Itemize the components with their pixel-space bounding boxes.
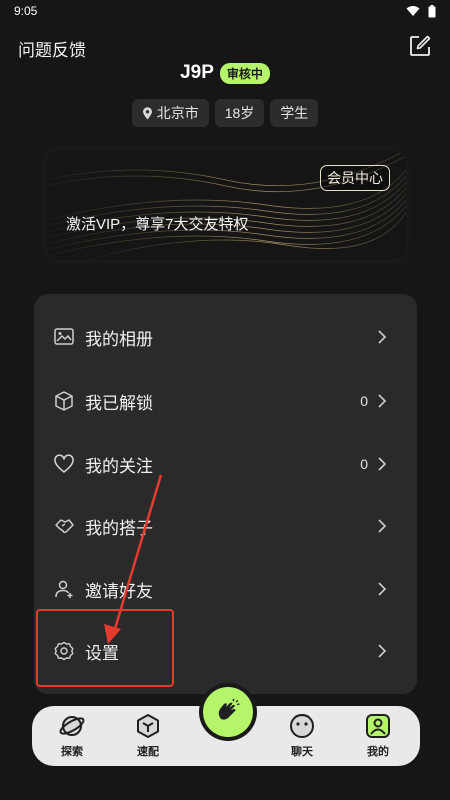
menu-item-invite[interactable]: 邀请好友 <box>34 562 417 616</box>
profile-tags: 北京市 18岁 学生 <box>0 99 450 127</box>
handshake-icon <box>55 519 74 534</box>
profile-icon <box>366 714 390 738</box>
menu-item-partner[interactable]: 我的搭子 <box>34 499 417 553</box>
planet-icon <box>59 716 85 736</box>
menu-label-partner: 我的搭子 <box>85 518 153 538</box>
album-icon <box>54 328 74 345</box>
nav-label-mine: 我的 <box>367 746 389 758</box>
menu-item-following[interactable]: 我的关注 0 <box>34 437 417 491</box>
chevron-right-icon <box>378 457 387 471</box>
center-action-inner <box>203 687 253 737</box>
menu-count-following: 0 <box>360 456 368 472</box>
unlock-box-icon <box>55 391 73 411</box>
tag-occupation: 学生 <box>270 99 319 127</box>
status-bar: 9:05 <box>0 0 450 22</box>
menu-item-unlocked[interactable]: 我已解锁 0 <box>34 374 417 428</box>
chevron-right-icon <box>378 519 387 533</box>
menu-label-invite: 邀请好友 <box>85 581 153 601</box>
profile-name-row: J9P 审核中 <box>0 62 450 84</box>
feedback-link[interactable]: 问题反馈 <box>18 36 86 61</box>
status-icons <box>406 4 436 18</box>
nav-label-chat: 聊天 <box>291 746 313 758</box>
person-add-icon <box>55 580 73 598</box>
tag-location: 北京市 <box>131 99 209 127</box>
menu-item-album[interactable]: 我的相册 <box>34 310 417 364</box>
battery-icon <box>428 4 436 17</box>
top-bar: 问题反馈 <box>0 30 450 64</box>
menu-label-following: 我的关注 <box>85 456 153 476</box>
status-time: 9:05 <box>14 4 38 18</box>
tag-age: 18岁 <box>214 99 265 127</box>
vip-center-button[interactable]: 会员中心 <box>320 165 390 191</box>
annotation-highlight-box <box>36 609 174 687</box>
chat-face-icon <box>290 714 314 738</box>
clap-hands-icon <box>218 698 240 720</box>
cube-icon <box>137 714 159 738</box>
vip-banner[interactable]: 会员中心 激活VIP，尊享7大交友特权 <box>46 150 406 260</box>
tag-occupation-label: 学生 <box>280 105 309 121</box>
menu-count-unlocked: 0 <box>360 393 368 409</box>
menu-label-unlocked: 我已解锁 <box>85 393 153 413</box>
chevron-right-icon <box>378 644 387 658</box>
tag-age-label: 18岁 <box>224 105 255 121</box>
menu-label-album: 我的相册 <box>85 329 153 349</box>
edit-icon[interactable] <box>408 34 432 58</box>
chevron-right-icon <box>378 582 387 596</box>
username: J9P <box>180 62 214 83</box>
nav-chat[interactable]: 聊天 <box>272 712 332 762</box>
nav-explore[interactable]: 探索 <box>42 712 102 762</box>
chevron-right-icon <box>378 394 387 408</box>
vip-promo-text: 激活VIP，尊享7大交友特权 <box>66 216 249 233</box>
heart-icon <box>54 454 74 473</box>
tag-location-label: 北京市 <box>156 105 199 121</box>
nav-label-explore: 探索 <box>61 746 83 758</box>
review-status-badge: 审核中 <box>219 62 270 84</box>
nav-label-match: 速配 <box>137 746 159 758</box>
nav-match[interactable]: 速配 <box>118 712 178 762</box>
wifi-icon <box>406 6 420 16</box>
chevron-right-icon <box>378 330 387 344</box>
location-pin-icon <box>142 106 152 119</box>
center-action-button[interactable] <box>199 683 257 741</box>
nav-mine[interactable]: 我的 <box>348 712 408 762</box>
